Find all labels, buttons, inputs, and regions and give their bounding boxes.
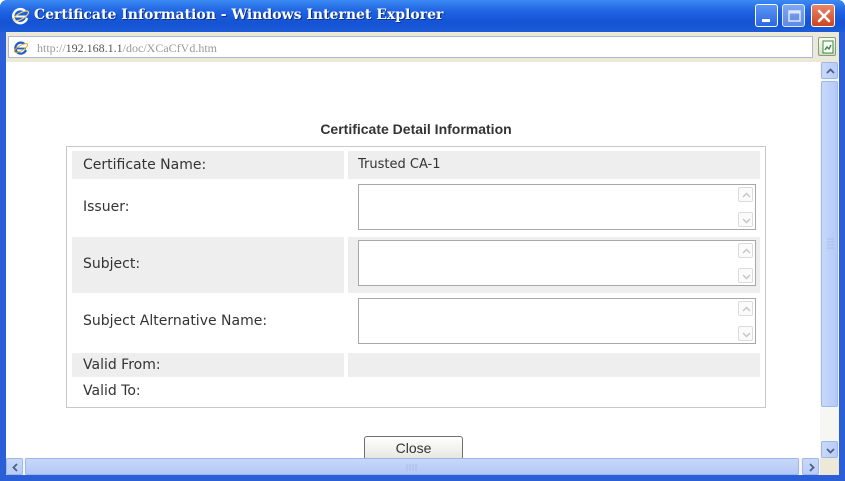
row-certificate-name: Certificate Name: Trusted CA-1 bbox=[72, 151, 760, 179]
issuer-textarea[interactable] bbox=[358, 184, 756, 230]
grip-icon bbox=[406, 464, 417, 471]
textarea-scrollbar[interactable] bbox=[738, 187, 753, 227]
page-content: Certificate Detail Information Certifica… bbox=[6, 62, 839, 475]
horizontal-scrollbar[interactable] bbox=[6, 458, 820, 475]
value-cell bbox=[348, 353, 760, 377]
chevron-down-icon bbox=[742, 274, 751, 280]
certificate-name-label: Certificate Name: bbox=[83, 157, 207, 173]
scroll-up-button[interactable] bbox=[738, 301, 753, 316]
label-cell: Certificate Name: bbox=[72, 151, 344, 179]
chevron-left-icon bbox=[12, 463, 18, 472]
value-cell bbox=[348, 295, 760, 349]
textarea-scrollbar[interactable] bbox=[738, 301, 753, 341]
row-valid-from: Valid From: bbox=[72, 353, 760, 377]
scrollbar-corner bbox=[820, 458, 839, 475]
scroll-up-button[interactable] bbox=[738, 187, 753, 202]
label-cell: Valid To: bbox=[72, 379, 344, 403]
browser-window: Certificate Information - Windows Intern… bbox=[0, 0, 845, 481]
row-subject: Subject: bbox=[72, 237, 760, 293]
minimize-button[interactable] bbox=[755, 4, 778, 27]
scroll-right-button[interactable] bbox=[802, 458, 819, 475]
page-status-icon[interactable] bbox=[818, 37, 836, 56]
label-cell: Issuer: bbox=[72, 181, 344, 235]
chevron-up-icon bbox=[742, 192, 751, 198]
url-prefix: http:// bbox=[37, 41, 66, 55]
row-issuer: Issuer: bbox=[72, 181, 760, 235]
ie-logo-icon bbox=[12, 8, 30, 25]
grip-icon bbox=[827, 238, 834, 249]
chevron-up-icon bbox=[742, 248, 751, 254]
label-cell: Valid From: bbox=[72, 353, 344, 377]
address-field[interactable]: http://192.168.1.1/doc/XCaCfVd.htm bbox=[8, 36, 813, 58]
certificate-detail-table: Certificate Name: Trusted CA-1 Issuer: S… bbox=[66, 146, 766, 408]
scroll-down-button[interactable] bbox=[738, 326, 753, 341]
row-subject-alternative-name: Subject Alternative Name: bbox=[72, 295, 760, 349]
value-cell bbox=[348, 379, 760, 403]
scroll-down-button[interactable] bbox=[738, 212, 753, 227]
chevron-down-icon bbox=[826, 448, 835, 454]
address-url: http://192.168.1.1/doc/XCaCfVd.htm bbox=[37, 41, 217, 56]
scroll-up-button[interactable] bbox=[738, 243, 753, 258]
maximize-button[interactable] bbox=[782, 4, 805, 27]
chevron-right-icon bbox=[809, 463, 815, 472]
window-title: Certificate Information - Windows Intern… bbox=[34, 7, 444, 23]
title-bar[interactable]: Certificate Information - Windows Intern… bbox=[0, 0, 845, 32]
page-status-glyph bbox=[822, 40, 834, 54]
close-window-button[interactable] bbox=[811, 4, 835, 27]
scroll-down-button[interactable] bbox=[738, 268, 753, 283]
subject-textarea[interactable] bbox=[358, 240, 756, 286]
scroll-left-button[interactable] bbox=[6, 458, 23, 475]
row-valid-to: Valid To: bbox=[72, 379, 760, 403]
value-cell bbox=[348, 181, 760, 235]
page-heading: Certificate Detail Information bbox=[320, 121, 512, 137]
minimize-icon bbox=[762, 19, 770, 22]
vertical-scrollbar[interactable] bbox=[820, 62, 839, 458]
maximize-icon bbox=[788, 10, 801, 22]
scroll-down-button[interactable] bbox=[821, 441, 838, 458]
chevron-up-icon bbox=[826, 68, 835, 74]
chevron-down-icon bbox=[742, 218, 751, 224]
scroll-up-button[interactable] bbox=[821, 62, 838, 79]
label-cell: Subject Alternative Name: bbox=[72, 295, 344, 349]
issuer-label: Issuer: bbox=[83, 199, 130, 215]
vertical-scroll-thumb[interactable] bbox=[821, 81, 838, 407]
chevron-up-icon bbox=[742, 306, 751, 312]
subject-label: Subject: bbox=[83, 256, 141, 272]
value-cell: Trusted CA-1 bbox=[348, 151, 760, 179]
valid-from-label: Valid From: bbox=[83, 357, 161, 373]
url-path: /doc/XCaCfVd.htm bbox=[122, 41, 217, 55]
textarea-scrollbar[interactable] bbox=[738, 243, 753, 283]
subject-alternative-name-textarea[interactable] bbox=[358, 298, 756, 344]
chevron-down-icon bbox=[742, 332, 751, 338]
ie-page-icon bbox=[13, 41, 29, 55]
address-bar: http://192.168.1.1/doc/XCaCfVd.htm bbox=[6, 32, 839, 62]
value-cell bbox=[348, 237, 760, 293]
close-button[interactable]: Close bbox=[364, 436, 463, 460]
valid-to-label: Valid To: bbox=[83, 383, 141, 399]
subject-alternative-name-label: Subject Alternative Name: bbox=[83, 313, 268, 329]
certificate-name-value: Trusted CA-1 bbox=[358, 157, 441, 172]
close-icon bbox=[817, 9, 831, 23]
horizontal-scroll-thumb[interactable] bbox=[25, 458, 799, 475]
url-host: 192.168.1.1 bbox=[65, 41, 123, 55]
label-cell: Subject: bbox=[72, 237, 344, 293]
